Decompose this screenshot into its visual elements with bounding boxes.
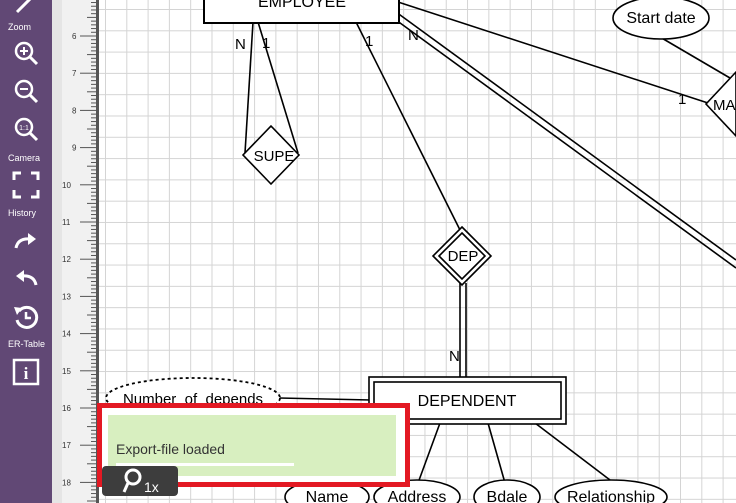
zoom-reset-button[interactable]: 1:1 xyxy=(7,112,45,146)
relationship-line xyxy=(534,422,611,481)
cardinality-employee-n: N xyxy=(408,27,419,44)
ruler-number: 18 xyxy=(62,478,71,487)
redo-icon xyxy=(14,233,36,249)
zoom-indicator[interactable]: 1x xyxy=(102,466,178,496)
camera-section-label: Camera xyxy=(8,153,41,163)
zoom-level-text: 1x xyxy=(144,479,159,495)
manages-label: MA xyxy=(713,97,736,114)
redo-button[interactable] xyxy=(7,225,45,259)
ruler-number: 7 xyxy=(72,69,77,78)
cardinality-supe-1: 1 xyxy=(262,35,270,52)
undo-icon xyxy=(16,270,38,286)
start-date-label: Start date xyxy=(626,10,695,27)
address-attribute-label: Address xyxy=(388,489,447,503)
ruler-number: 12 xyxy=(62,255,71,264)
info-label: i xyxy=(24,364,29,383)
ruler-number: 14 xyxy=(62,330,71,339)
history-restore-icon xyxy=(14,305,39,329)
employee-double-line-a xyxy=(395,11,736,261)
er-table-section-label: ER-Table xyxy=(8,339,46,349)
info-icon: i xyxy=(12,358,40,386)
history-section-label: History xyxy=(8,208,37,218)
zoom-reset-icon: 1:1 xyxy=(14,117,39,142)
name-attribute-label: Name xyxy=(306,489,349,503)
toast-message: Export-file loaded xyxy=(116,441,225,457)
cardinality-dep-n: N xyxy=(449,348,460,365)
dependent-entity-label: DEPENDENT xyxy=(418,393,517,410)
ruler-number: 8 xyxy=(72,106,77,115)
zoom-section-label: Zoom xyxy=(8,22,32,32)
history-restore-button[interactable] xyxy=(7,300,45,334)
startdate-line xyxy=(659,36,731,79)
toolbar-gutter xyxy=(52,0,62,503)
fit-camera-button[interactable] xyxy=(7,168,45,202)
cardinality-dep-1: 1 xyxy=(365,33,373,50)
ruler-ticks: 6 7 8 9 10 11 12 13 14 15 16 17 18 xyxy=(62,2,96,502)
bdate-line xyxy=(487,422,506,484)
zoom-in-button[interactable] xyxy=(7,36,45,70)
ruler-number: 17 xyxy=(62,441,71,450)
supervision-label: SUPE xyxy=(254,148,295,165)
ruler-number: 15 xyxy=(62,367,71,376)
ruler-number: 6 xyxy=(72,32,77,41)
employee-entity-label: EMPLOYEE xyxy=(258,0,346,11)
info-button[interactable]: i xyxy=(7,355,45,389)
zoom-in-icon xyxy=(14,41,39,66)
undo-button[interactable] xyxy=(7,262,45,296)
ruler-number: 11 xyxy=(62,218,71,227)
ruler-number: 10 xyxy=(62,181,71,190)
address-line xyxy=(417,422,441,484)
ruler-number: 13 xyxy=(62,292,71,301)
ruler-number: 16 xyxy=(62,404,71,413)
numdep-line xyxy=(278,397,372,401)
dependents-label: DEP xyxy=(448,248,479,265)
zoom-reset-label: 1:1 xyxy=(19,125,29,132)
ruler-number: 9 xyxy=(72,144,77,153)
vertical-ruler: 6 7 8 9 10 11 12 13 14 15 16 17 18 xyxy=(62,0,96,503)
employee-dep-line xyxy=(355,21,462,233)
cardinality-supe-n: N xyxy=(235,36,246,53)
pencil-icon[interactable] xyxy=(7,0,45,20)
relationship-attribute-label: Relationship xyxy=(567,489,655,503)
toolbar: Zoom 1:1 Camera History ER-Table i xyxy=(0,0,52,503)
fullscreen-icon xyxy=(12,171,40,199)
zoom-out-icon xyxy=(14,79,39,104)
cardinality-manages-1: 1 xyxy=(678,91,686,108)
supe-line-n xyxy=(244,21,254,154)
bdate-attribute-label: Bdale xyxy=(487,489,528,503)
zoom-out-button[interactable] xyxy=(7,74,45,108)
